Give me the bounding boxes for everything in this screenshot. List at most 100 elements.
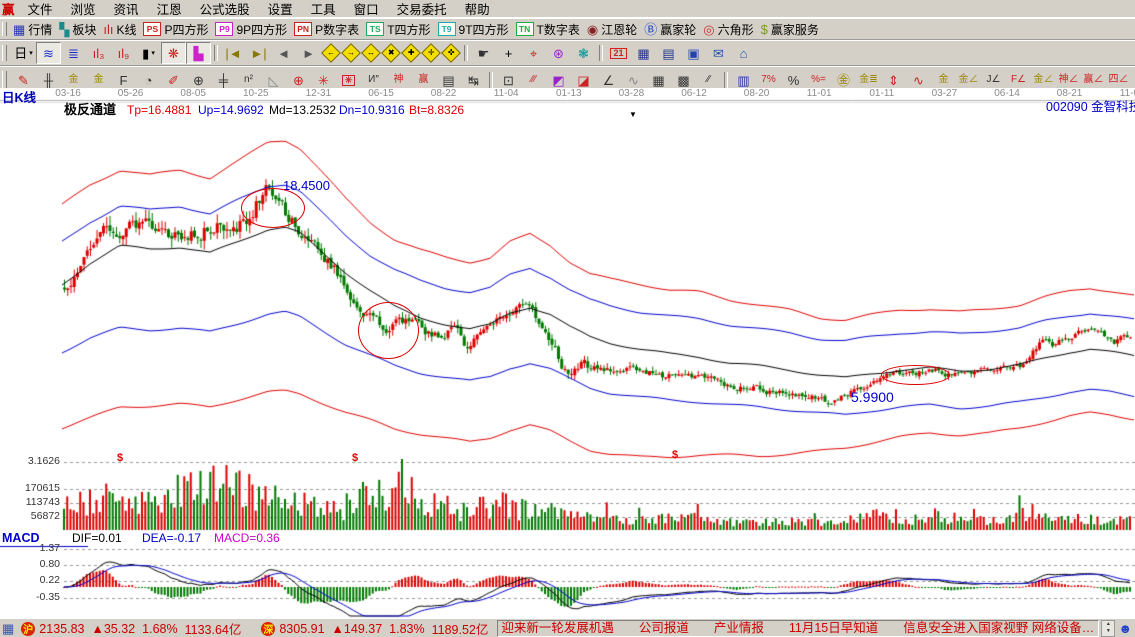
protractor-icon: ◺ [269,74,279,87]
channel-down-value: Dn=10.9316 [339,104,405,117]
bars-3-button[interactable]: ıl₃ [86,42,111,64]
winner-wheel-label: 赢家轮 [660,21,696,38]
menu-gann[interactable]: 江恩 [148,0,191,18]
macd-axis-label: -0.35 [4,592,60,604]
next-page-button[interactable]: ► [296,42,321,64]
prev-page-button[interactable]: ◄ [271,42,296,64]
mail-button[interactable]: ✉ [706,42,731,64]
menu-window[interactable]: 窗口 [345,0,388,18]
zoom-in-button[interactable]: ✛ [421,43,441,63]
date-tick: 08-20 [735,88,779,99]
zoom-out-button[interactable]: ✜ [441,43,461,63]
macd-axis-label: 1.37 [4,543,60,555]
calendar-button[interactable]: 21 [606,42,631,64]
prev-page-icon: ◄ [277,47,290,60]
notes-button[interactable]: ▤ [656,42,681,64]
news-ticker[interactable]: 迎来新一轮发展机遇 公司报道 产业情报 11月15日早知道 信息安全进入国家视野… [497,620,1099,637]
9p-square-button[interactable]: P99P四方形 [215,21,287,38]
t-number-button[interactable]: TNT数字表 [516,21,580,38]
quotes-label: 行情 [28,21,52,38]
menu-browse[interactable]: 浏览 [62,0,105,18]
menu-help[interactable]: 帮助 [456,0,499,18]
bars-9-button[interactable]: ıl₉ [111,42,136,64]
menu-stock-picker[interactable]: 公式选股 [191,0,259,18]
pen-vertical-icon: ⇕ [888,74,899,87]
menu-settings[interactable]: 设置 [259,0,302,18]
shift-left-icon: ← [321,43,341,63]
menu-trading[interactable]: 交易委托 [388,0,456,18]
navigation-toolbar: 日▾≋≣ıl₃ ıl₉ ▮▾❋ ▙ |◄►| ◄ ► ←→↔✖✚✛✜ ☛+⌖⊛❃ 21▦▤▣ ✉ ⌂ [0,40,1135,66]
color-histogram-button[interactable]: ▙ [186,42,211,64]
t-square-button[interactable]: TST四方形 [366,21,430,38]
toolbar-separator [464,45,468,61]
hand-tool-button[interactable]: ☛ [471,42,496,64]
9t-square-button[interactable]: T99T四方形 [438,21,509,38]
date-tick: 08-05 [171,88,215,99]
winner-wheel-button[interactable]: Ⓑ赢家轮 [644,21,696,38]
channel-mid-value: Md=13.2532 [269,104,336,117]
menu-news[interactable]: 资讯 [105,0,148,18]
color-histogram-icon: ▙ [194,47,204,60]
9t-square-label: 9T四方形 [459,21,509,38]
expand-horizontal-button[interactable]: ↔ [361,43,381,63]
smart-analysis-button[interactable]: ❃ [571,42,596,64]
bars-9-icon: ıl₉ [118,47,130,60]
kline-button[interactable]: ılıK线 [103,21,136,38]
gann-wheel-button[interactable]: ◉江恩轮 [587,21,637,38]
measure-button[interactable]: ⌖ [521,42,546,64]
quotes-button[interactable]: ▦行情 [13,21,52,38]
shift-left-button[interactable]: ← [321,43,341,63]
stock-symbol[interactable]: 002090 金智科技 [1046,101,1135,115]
date-tick: 05-26 [109,88,153,99]
angle-line-icon: ∠ [603,74,615,87]
period-daily-button[interactable]: 日▾ [11,42,36,64]
app-logo: 赢 [2,0,15,18]
mail-icon: ✉ [713,47,724,60]
pattern-button[interactable]: ❋ [161,42,186,64]
gann-shape-button[interactable]: ⊛ [546,42,571,64]
calculator-button[interactable]: ▦ [631,42,656,64]
ruler-icon: ╫ [44,74,53,87]
dollar-marker: $ [352,452,358,464]
p-square-badge-icon: PS [143,22,161,36]
9t-square-badge-icon: T9 [438,22,456,36]
date-tick: 11-01 [797,88,841,99]
last-page-button[interactable]: ►| [246,42,271,64]
p-number-badge-icon: PN [294,22,312,36]
market-grid-icon[interactable]: ▦ [2,621,14,637]
p-number-button[interactable]: PNP数字表 [294,21,359,38]
hexagon-label: 六角形 [718,21,754,38]
channel-bottom-value: Bt=8.8326 [409,104,464,117]
remote-service-button[interactable]: ⌂ [731,42,756,64]
period-daily-icon: 日 [14,47,27,60]
n-mark-icon: И″ [368,75,379,85]
date-tick: 01-11 [860,88,904,99]
ticker-scroll-buttons[interactable]: ▲▼ [1101,620,1115,637]
winner-service-button[interactable]: $赢家服务 [761,21,819,38]
menu-file[interactable]: 文件 [19,0,62,18]
first-page-button[interactable]: |◄ [221,42,246,64]
menu-tools[interactable]: 工具 [302,0,345,18]
parallel-lines-icon: ∕∕ [707,75,710,85]
save-button[interactable]: ▣ [681,42,706,64]
next-page-icon: ► [302,47,315,60]
shift-right-button[interactable]: → [341,43,361,63]
hexagon-button[interactable]: ◎ 六角形 [703,21,753,38]
sectors-button[interactable]: ▚板块 [59,21,96,38]
starburst-grid-icon: ✳ [342,75,356,86]
info-panel-button[interactable]: ≣ [61,42,86,64]
hexagon-icon: ◎ [703,23,714,36]
toolbar-separator [489,72,493,88]
sh-percent: 1.68% [142,622,177,636]
chart-area: 日K线 03-1605-2608-0510-2512-3106-1508-221… [0,88,1135,618]
crosshair-button[interactable]: + [496,42,521,64]
brush-icon: ✎ [18,74,29,87]
expand-button[interactable]: ✚ [401,43,421,63]
customer-service-icon[interactable]: ☻ [1118,621,1132,636]
compress-button[interactable]: ✖ [381,43,401,63]
p-square-button[interactable]: PSP四方形 [143,21,208,38]
f-gauge-icon: F [120,74,128,87]
trend-chart-button[interactable]: ≋ [36,42,61,64]
candle-style-button[interactable]: ▮▾ [136,42,161,64]
dropdown-arrow-icon: ▾ [29,49,33,57]
